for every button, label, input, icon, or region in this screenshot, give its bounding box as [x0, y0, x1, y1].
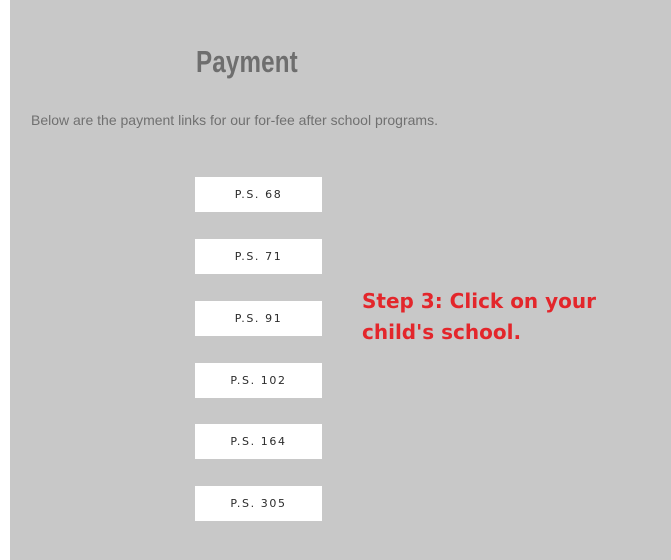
step-instruction-line-1: Step 3: Click on your — [362, 289, 597, 313]
payment-panel: Payment Below are the payment links for … — [10, 0, 671, 560]
school-link-ps-102[interactable]: P.S. 102 — [195, 363, 322, 398]
school-link-ps-91[interactable]: P.S. 91 — [195, 301, 322, 336]
step-instruction-line-2: child's school. — [362, 320, 522, 344]
page-title: Payment — [196, 44, 298, 79]
intro-text: Below are the payment links for our for-… — [31, 112, 438, 128]
school-link-ps-305[interactable]: P.S. 305 — [195, 486, 322, 521]
school-link-ps-71[interactable]: P.S. 71 — [195, 239, 322, 274]
step-instruction: Step 3: Click on your child's school. — [362, 286, 596, 348]
school-link-ps-68[interactable]: P.S. 68 — [195, 177, 322, 212]
school-link-ps-164[interactable]: P.S. 164 — [195, 424, 322, 459]
